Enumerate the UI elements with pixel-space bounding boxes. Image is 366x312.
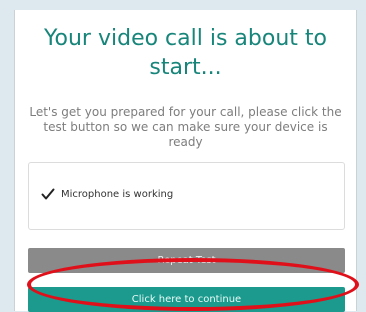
microphone-status-text: Microphone is working: [61, 188, 174, 200]
video-call-card: Your video call is about to start... Let…: [14, 10, 357, 312]
continue-button[interactable]: Click here to continue: [28, 287, 345, 312]
page-title: Your video call is about to start...: [44, 26, 327, 80]
microphone-status: Microphone is working: [40, 186, 173, 202]
repeat-test-button[interactable]: Repeat Test: [28, 248, 345, 273]
device-status-panel: Microphone is working: [28, 162, 345, 230]
instructions-text: Let's get you prepared for your call, pl…: [29, 105, 342, 149]
check-icon: [40, 186, 56, 202]
